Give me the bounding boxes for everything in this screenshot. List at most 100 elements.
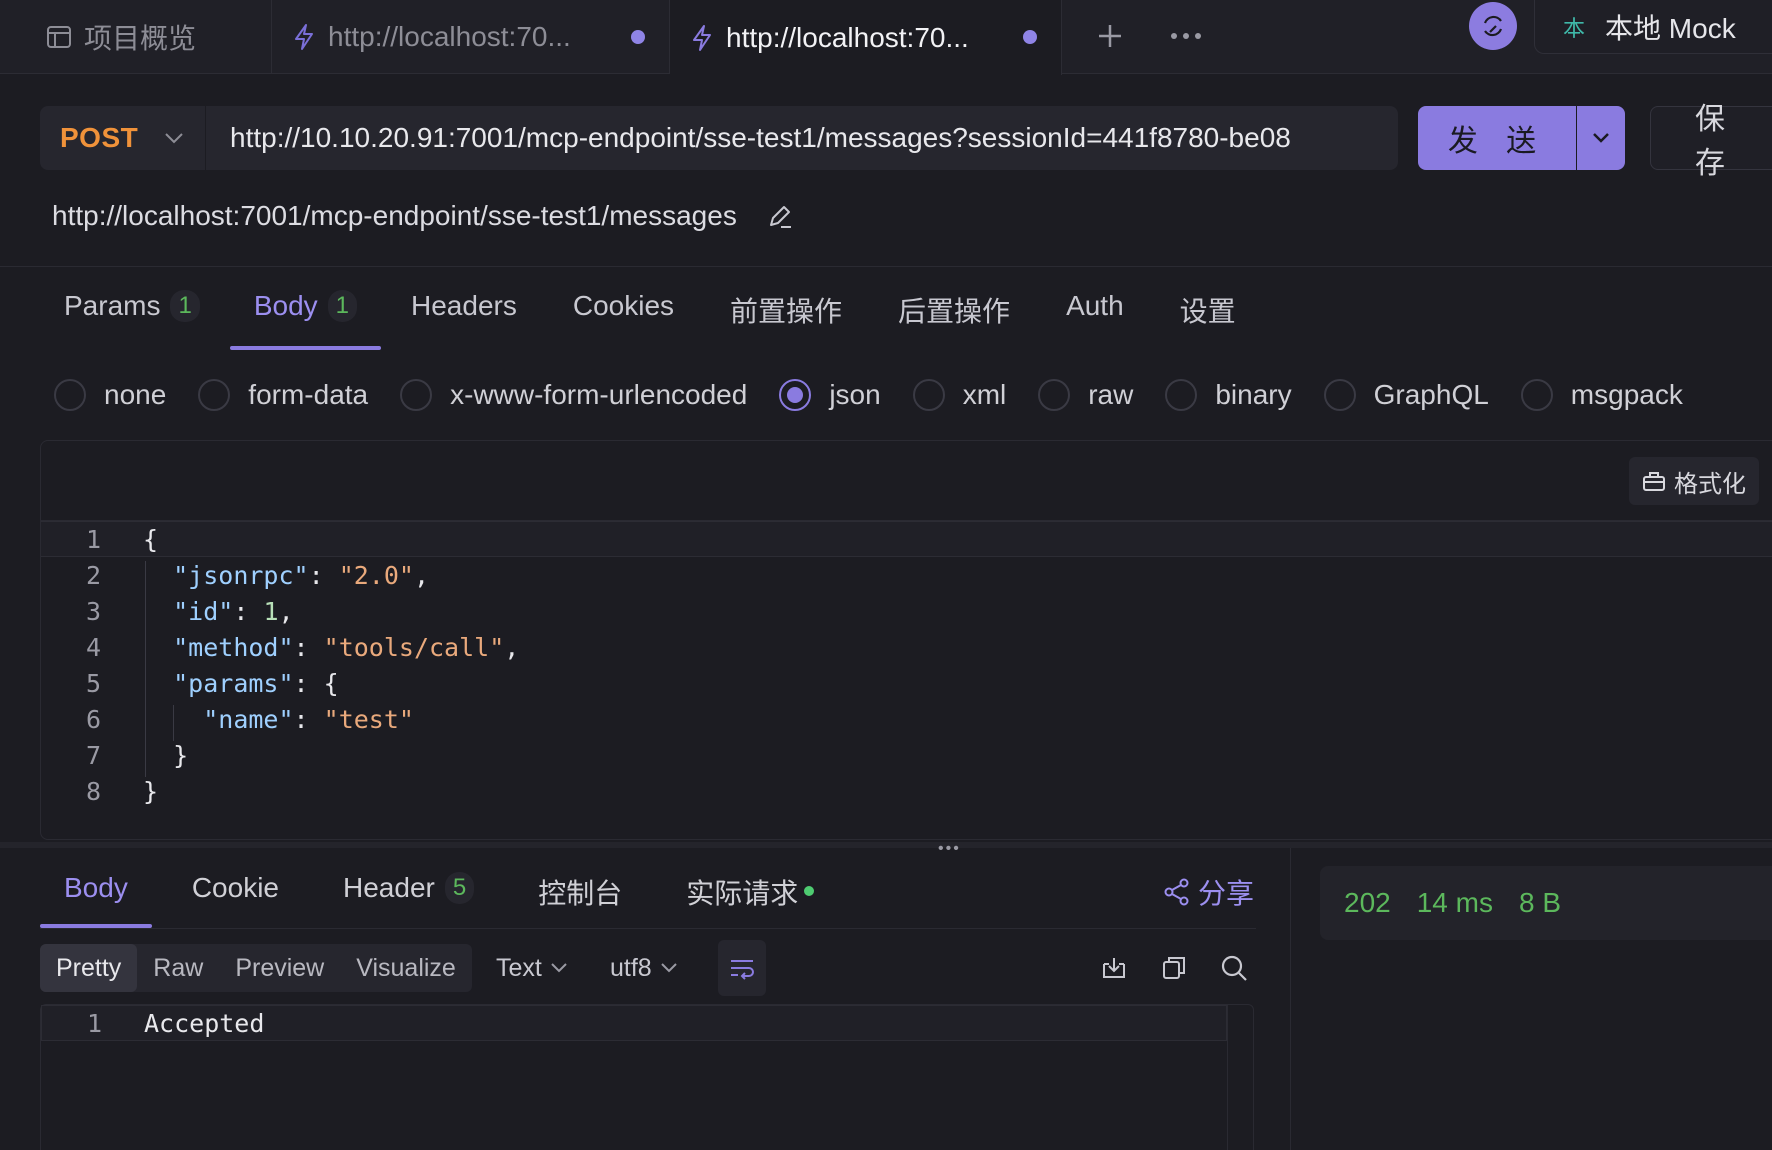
radio[interactable] bbox=[400, 379, 433, 411]
url-input[interactable]: http://10.10.20.91:7001/mcp-endpoint/sse… bbox=[206, 106, 1398, 170]
radio[interactable] bbox=[54, 379, 86, 411]
search-button[interactable] bbox=[1214, 948, 1254, 988]
scrollbar[interactable] bbox=[1227, 1005, 1228, 1150]
more-tabs-button[interactable] bbox=[1166, 16, 1206, 56]
environment-badge: 本 bbox=[1563, 15, 1586, 41]
drag-handle-icon[interactable]: ••• bbox=[938, 840, 961, 858]
radio-label: json bbox=[829, 379, 881, 410]
tab-response-cookie[interactable]: Cookie bbox=[192, 866, 279, 928]
word-wrap-button[interactable] bbox=[718, 940, 766, 996]
view-mode-preview[interactable]: Preview bbox=[219, 944, 340, 992]
format-label: 格式化 bbox=[1674, 470, 1746, 498]
radio[interactable] bbox=[1520, 379, 1553, 411]
pane-splitter[interactable] bbox=[0, 842, 1772, 848]
radio[interactable] bbox=[198, 379, 231, 411]
code-line: 2 "jsonrpc": "2.0", bbox=[41, 557, 1772, 597]
tab-params[interactable]: Params 1 bbox=[64, 286, 200, 350]
unsaved-dot bbox=[1023, 30, 1037, 44]
count-badge: 1 bbox=[170, 290, 200, 322]
body-type-json[interactable]: json bbox=[779, 379, 881, 411]
line-number: 8 bbox=[85, 776, 101, 806]
response-size: 8 B bbox=[1518, 887, 1561, 918]
line-number: 5 bbox=[85, 668, 101, 698]
view-mode-pretty[interactable]: Pretty bbox=[40, 944, 138, 992]
code-text: "name": "test" bbox=[143, 704, 414, 741]
body-type-graphql[interactable]: GraphQL bbox=[1323, 379, 1489, 411]
code-line: 5 "params": { bbox=[41, 665, 1772, 705]
radio-label: raw bbox=[1088, 379, 1134, 410]
radio[interactable] bbox=[1165, 379, 1198, 411]
environment-label: 本地 Mock bbox=[1605, 12, 1736, 44]
view-mode-raw[interactable]: Raw bbox=[137, 944, 219, 992]
tab-project-overview[interactable]: 项目概览 bbox=[10, 0, 272, 74]
send-options-button[interactable] bbox=[1577, 106, 1625, 170]
tab-cookies[interactable]: Cookies bbox=[573, 286, 674, 350]
code-line: 7 } bbox=[41, 737, 1772, 777]
tab-label: http://localhost:70... bbox=[328, 21, 571, 52]
divider bbox=[1290, 848, 1291, 1150]
code-text: "method": "tools/call", bbox=[143, 632, 519, 669]
request-bar: POST http://10.10.20.91:7001/mcp-endpoin… bbox=[40, 106, 1398, 170]
response-status: 202 14 ms 8 B bbox=[1320, 866, 1772, 940]
environment-select[interactable]: 本 本地 Mock bbox=[1534, 0, 1772, 54]
edit-icon[interactable] bbox=[767, 203, 793, 229]
tab-response-header[interactable]: Header 5 bbox=[343, 866, 475, 928]
share-button[interactable]: 分享 bbox=[1164, 872, 1254, 912]
tab-auth[interactable]: Auth bbox=[1066, 286, 1124, 350]
tab-headers[interactable]: Headers bbox=[411, 286, 517, 350]
format-button[interactable]: 格式化 bbox=[1629, 457, 1759, 505]
sync-button[interactable] bbox=[1469, 2, 1517, 50]
body-type-none[interactable]: none bbox=[54, 379, 166, 411]
format-select[interactable]: Text bbox=[496, 944, 568, 992]
lightning-icon bbox=[292, 23, 316, 51]
tab-body[interactable]: Body 1 bbox=[229, 286, 382, 350]
unsaved-dot bbox=[631, 30, 645, 44]
radio[interactable] bbox=[1038, 379, 1071, 411]
tab-settings[interactable]: 设置 bbox=[1180, 286, 1236, 350]
code-line: 1 { bbox=[41, 521, 1772, 557]
radio-selected[interactable] bbox=[779, 379, 812, 411]
tab-post-processors[interactable]: 后置操作 bbox=[898, 286, 1010, 350]
add-tab-button[interactable] bbox=[1090, 16, 1130, 56]
radio-label: GraphQL bbox=[1373, 379, 1489, 410]
body-type-group: none form-data x-www-form-urlencoded jso… bbox=[54, 374, 1683, 416]
request-tabs: Params 1 Body 1 Headers Cookies 前置操作 后置操… bbox=[40, 286, 1236, 350]
encoding-select[interactable]: utf8 bbox=[610, 944, 678, 992]
radio-label: msgpack bbox=[1570, 379, 1683, 410]
tab-response-body[interactable]: Body bbox=[40, 866, 152, 928]
tab-console[interactable]: 控制台 bbox=[538, 866, 622, 928]
body-type-xml[interactable]: xml bbox=[912, 379, 1006, 411]
body-type-binary[interactable]: binary bbox=[1165, 379, 1292, 411]
body-type-raw[interactable]: raw bbox=[1038, 379, 1133, 411]
share-label: 分享 bbox=[1198, 878, 1255, 909]
response-body-viewer[interactable]: 1 Accepted bbox=[40, 1004, 1254, 1150]
radio[interactable] bbox=[1323, 379, 1356, 411]
code-text: } bbox=[143, 776, 159, 806]
divider bbox=[0, 266, 1772, 267]
copy-button[interactable] bbox=[1154, 948, 1194, 988]
tab-actual-request[interactable]: 实际请求 bbox=[686, 866, 815, 928]
send-button[interactable]: 发 送 bbox=[1418, 106, 1576, 170]
download-button[interactable] bbox=[1094, 948, 1134, 988]
method-select[interactable]: POST bbox=[40, 106, 206, 170]
code-text: { bbox=[143, 524, 159, 554]
tab-label: 实际请求 bbox=[686, 878, 799, 909]
tab-request-2[interactable]: http://localhost:70... bbox=[670, 0, 1062, 75]
tab-label: Header bbox=[343, 872, 435, 903]
radio-label: x-www-form-urlencoded bbox=[450, 379, 748, 410]
radio-label: form-data bbox=[248, 379, 369, 410]
json-editor[interactable]: 格式化 1 { 2 "jsonrpc": "2.0", 3 "id": 1, 4… bbox=[40, 440, 1772, 840]
body-type-form-data[interactable]: form-data bbox=[198, 379, 368, 411]
view-mode-segmented: Pretty Raw Preview Visualize bbox=[40, 944, 472, 992]
line-number: 1 bbox=[86, 1008, 102, 1038]
save-button[interactable]: 保 存 bbox=[1650, 103, 1772, 180]
line-number: 4 bbox=[85, 632, 101, 662]
method-label: POST bbox=[60, 122, 139, 153]
body-type-urlencoded[interactable]: x-www-form-urlencoded bbox=[400, 379, 747, 411]
chevron-down-icon bbox=[550, 962, 568, 974]
view-mode-visualize[interactable]: Visualize bbox=[340, 944, 472, 992]
tab-request-1[interactable]: http://localhost:70... bbox=[272, 0, 670, 74]
radio[interactable] bbox=[912, 379, 945, 411]
body-type-msgpack[interactable]: msgpack bbox=[1520, 379, 1683, 411]
tab-pre-processors[interactable]: 前置操作 bbox=[730, 286, 842, 350]
